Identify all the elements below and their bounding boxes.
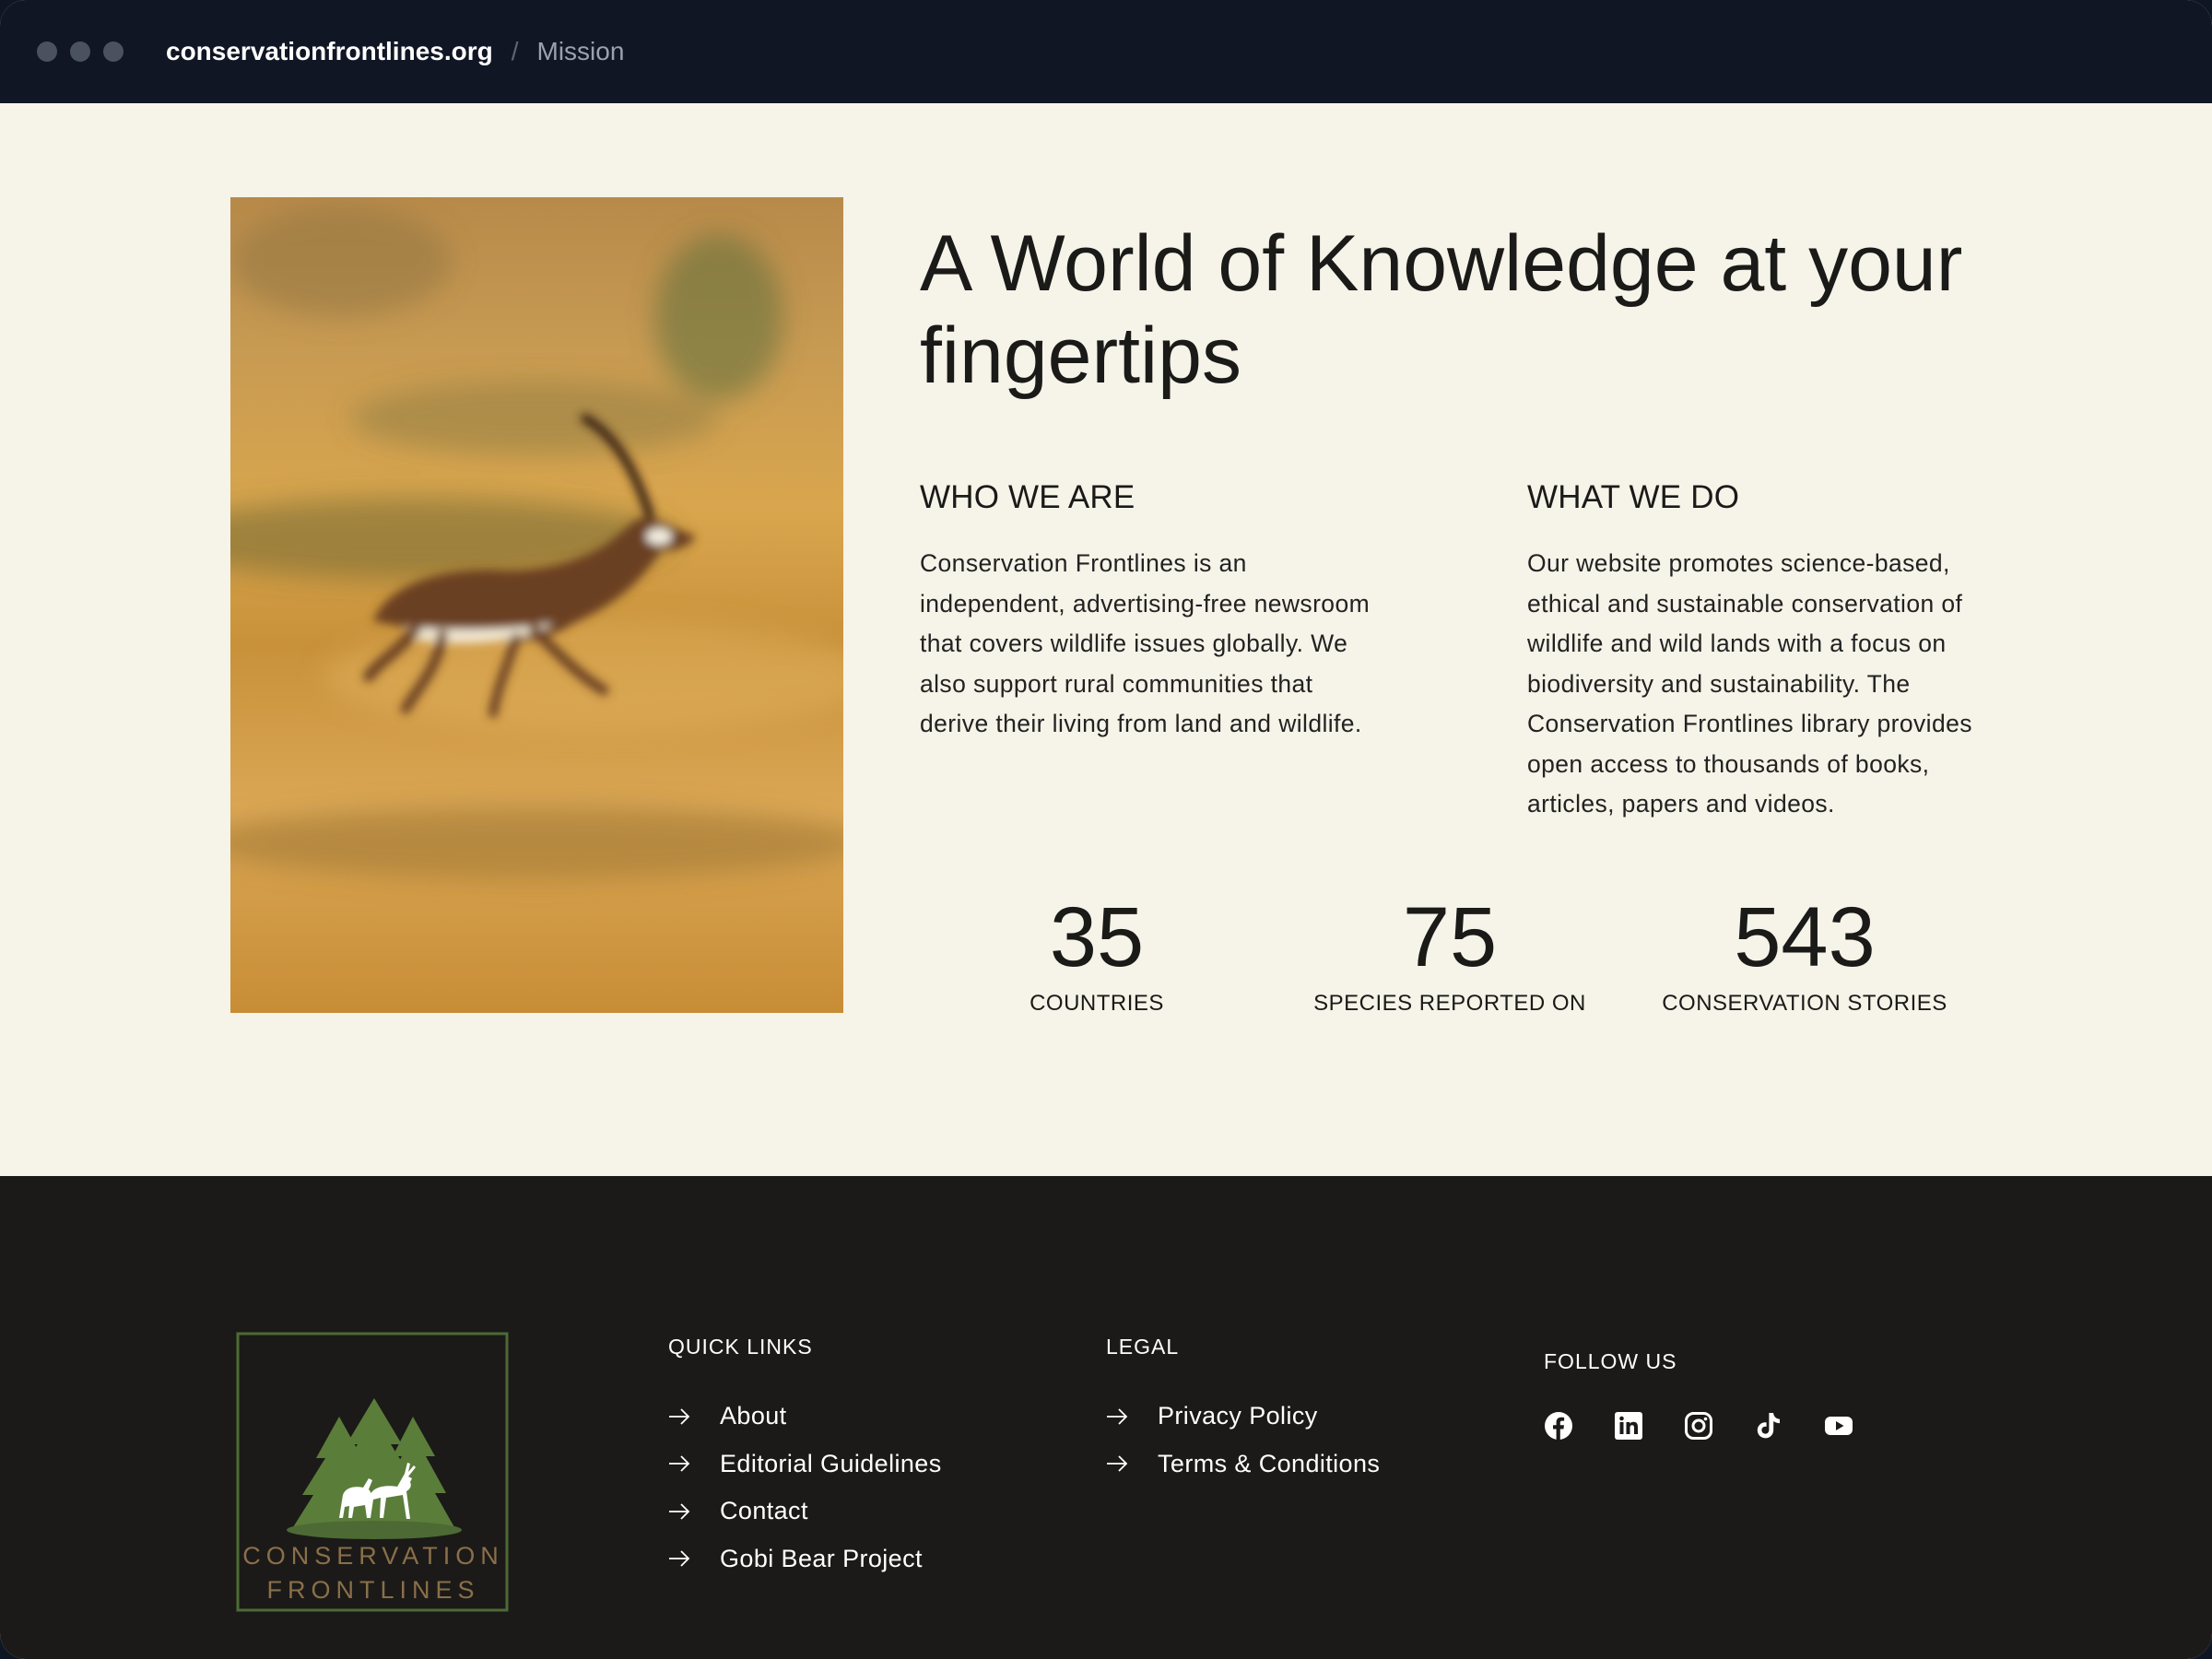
- logo-line-2: FRONTLINES: [266, 1576, 479, 1604]
- footer-link-gobi-bear-project[interactable]: Gobi Bear Project: [668, 1535, 942, 1583]
- footer-link-label[interactable]: Contact: [720, 1497, 808, 1525]
- stat-stories: 543 CONSERVATION STORIES: [1648, 891, 1961, 1017]
- instagram-icon[interactable]: [1684, 1411, 1713, 1441]
- footer-link-contact[interactable]: Contact: [668, 1488, 942, 1535]
- arrow-right-icon: [1107, 1408, 1128, 1425]
- window-maximize-dot[interactable]: [103, 41, 124, 62]
- footer-follow-us: FOLLOW US: [1544, 1349, 1853, 1441]
- window-controls: [37, 41, 124, 62]
- what-we-do-section: WHAT WE DO Our website promotes science-…: [1527, 479, 1988, 825]
- stat-label: SPECIES REPORTED ON: [1313, 991, 1586, 1016]
- who-we-are-section: WHO WE ARE Conservation Frontlines is an…: [920, 479, 1381, 745]
- stat-label: COUNTRIES: [1030, 991, 1164, 1016]
- follow-us-title: FOLLOW US: [1544, 1349, 1677, 1373]
- browser-window: conservationfrontlines.org / Mission A W…: [0, 0, 2212, 1659]
- breadcrumb-separator: /: [511, 37, 519, 65]
- tiktok-icon[interactable]: [1754, 1411, 1783, 1441]
- footer-link-label[interactable]: Editorial Guidelines: [720, 1450, 942, 1478]
- what-we-do-body: Our website promotes science-based, ethi…: [1527, 549, 1972, 818]
- footer-link-label[interactable]: Gobi Bear Project: [720, 1545, 923, 1573]
- stat-value: 543: [1734, 890, 1876, 984]
- social-icons: [1544, 1411, 1853, 1441]
- footer-link-label[interactable]: Privacy Policy: [1158, 1402, 1318, 1430]
- arrow-right-icon: [669, 1550, 690, 1567]
- legal-title: LEGAL: [1106, 1335, 1180, 1359]
- hero-image-antelope: [230, 197, 843, 1013]
- footer-legal: LEGAL Privacy Policy Terms & Conditions: [1106, 1335, 1380, 1488]
- site-domain[interactable]: conservationfrontlines.org: [166, 37, 493, 66]
- stat-countries: 35 COUNTRIES: [940, 891, 1253, 1017]
- arrow-right-icon: [669, 1408, 690, 1425]
- footer-link-about[interactable]: About: [668, 1393, 942, 1441]
- footer-link-label[interactable]: About: [720, 1402, 787, 1430]
- logo-line-1: CONSERVATION: [242, 1542, 504, 1570]
- who-we-are-body: Conservation Frontlines is an independen…: [920, 549, 1371, 737]
- stat-value: 75: [1402, 890, 1498, 984]
- stat-label: CONSERVATION STORIES: [1662, 991, 1947, 1016]
- footer-quick-links: QUICK LINKS About Editorial Guidelines C…: [668, 1335, 942, 1583]
- antelope-photo: [230, 197, 843, 1013]
- footer-link-label[interactable]: Terms & Conditions: [1158, 1450, 1380, 1478]
- browser-top-bar: conservationfrontlines.org / Mission: [0, 0, 2212, 103]
- window-close-dot[interactable]: [37, 41, 57, 62]
- page-headline: A World of Knowledge at your fingertips: [920, 219, 1963, 400]
- window-minimize-dot[interactable]: [70, 41, 90, 62]
- arrow-right-icon: [669, 1455, 690, 1472]
- site-footer: CONSERVATION FRONTLINES QUICK LINKS Abou…: [0, 1176, 2212, 1659]
- who-we-are-title: WHO WE ARE: [920, 479, 1135, 515]
- quick-links-title: QUICK LINKS: [668, 1335, 813, 1359]
- stat-species: 75 SPECIES REPORTED ON: [1293, 891, 1606, 1017]
- what-we-do-title: WHAT WE DO: [1527, 479, 1740, 515]
- conservation-frontlines-logo[interactable]: CONSERVATION FRONTLINES: [229, 1329, 519, 1615]
- breadcrumb-current-page[interactable]: Mission: [537, 37, 625, 66]
- arrow-right-icon: [1107, 1455, 1128, 1472]
- stats-row: 35 COUNTRIES 75 SPECIES REPORTED ON 543 …: [920, 891, 1980, 1030]
- linkedin-icon[interactable]: [1614, 1411, 1643, 1441]
- footer-link-editorial-guidelines[interactable]: Editorial Guidelines: [668, 1441, 942, 1488]
- facebook-icon[interactable]: [1544, 1411, 1573, 1441]
- arrow-right-icon: [669, 1503, 690, 1520]
- stat-value: 35: [1049, 890, 1145, 984]
- footer-link-privacy-policy[interactable]: Privacy Policy: [1106, 1393, 1380, 1441]
- mission-section: A World of Knowledge at your fingertips …: [0, 103, 2212, 1176]
- youtube-icon[interactable]: [1824, 1411, 1853, 1441]
- footer-link-terms-conditions[interactable]: Terms & Conditions: [1106, 1441, 1380, 1488]
